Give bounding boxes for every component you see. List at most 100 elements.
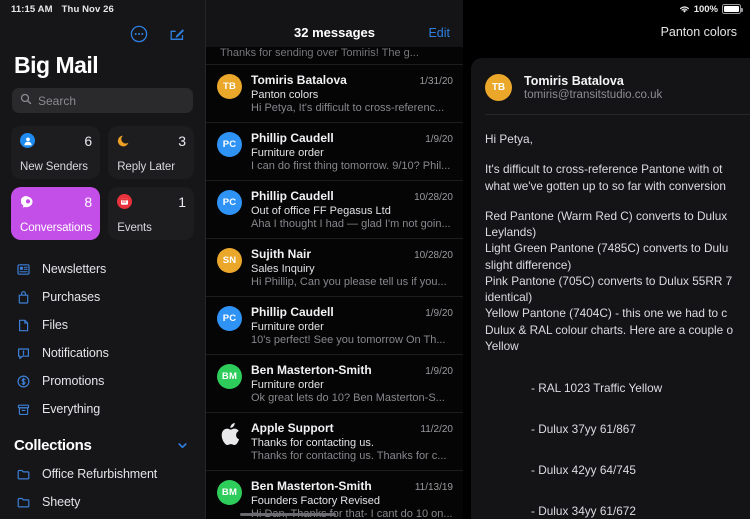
search-icon [20, 92, 32, 110]
message-row-top: Phillip Caudell 10/28/20 [251, 189, 453, 203]
sidebar-item-files[interactable]: Files [0, 311, 205, 339]
card-new-senders[interactable]: 6 New Senders [11, 126, 101, 179]
avatar: SN [217, 248, 242, 273]
message-row-body: Sujith Nair 10/28/20 Sales Inquiry Hi Phill… [251, 247, 453, 288]
ellipsis-circle-icon[interactable] [129, 24, 149, 44]
sidebar-item-label: Notifications [42, 346, 109, 360]
sidebar-item-everything[interactable]: Everything [0, 395, 205, 423]
message-row[interactable]: PC Phillip Caudell 10/28/20 Out of office F… [206, 180, 463, 238]
message-subject: Out of office FF Pegasus Ltd [251, 204, 391, 217]
folder-icon [15, 466, 31, 482]
chevron-down-icon[interactable] [176, 439, 189, 452]
compose-icon[interactable] [167, 24, 187, 44]
collection-item-label: Office Refurbishment [42, 467, 158, 481]
message-row[interactable]: TB Tomiris Batalova 1/31/20 Panton colors Hi… [206, 64, 463, 122]
message-row[interactable]: PC Phillip Caudell 1/9/20 Furniture order I … [206, 122, 463, 180]
card-top: 3 [117, 133, 186, 148]
collections-title: Collections [14, 437, 92, 454]
message-preview: Aha I thought I had — glad I'm not goin.… [251, 218, 451, 230]
body-line: Pink Pantone (705C) converts to Dulux 55… [485, 273, 733, 288]
search-input[interactable]: Search [12, 88, 193, 113]
message-rows: TB Tomiris Batalova 1/31/20 Panton colors Hi… [206, 64, 463, 519]
message-subject: Furniture order [251, 146, 324, 159]
message-row-body: Apple Support 11/2/20 Thanks for contactin… [251, 421, 453, 462]
newsletter-icon [15, 261, 31, 277]
message-subject: Thanks for contacting us. [251, 436, 374, 449]
message-row-top: Tomiris Batalova 1/31/20 [251, 73, 453, 87]
email-body-lines: Hi Petya, It's difficult to cross-referen… [485, 131, 750, 519]
message-subject: Furniture order [251, 320, 324, 333]
body-line: Dulux & RAL colour charts. Here are a co… [485, 322, 734, 337]
message-row[interactable]: BM Ben Masterton-Smith 11/13/19 Founders Fa… [206, 470, 463, 519]
bubble-icon [20, 194, 35, 209]
sender-name: Apple Support [251, 421, 334, 435]
avatar: PC [217, 190, 242, 215]
email-sender-row[interactable]: TB Tomiris Batalova tomiris@transitstudi… [471, 74, 750, 101]
card-conversations[interactable]: 8 Conversations [11, 187, 101, 240]
message-row[interactable]: SN Sujith Nair 10/28/20 Sales Inquiry Hi Phi… [206, 238, 463, 296]
sidebar-item-label: Purchases [42, 290, 101, 304]
sidebar-item-notifications[interactable]: Notifications [0, 339, 205, 367]
body-bullet: - Dulux 42yy 64/745 [531, 463, 636, 478]
card-top: 8 [20, 194, 92, 209]
avatar: PC [217, 132, 242, 157]
card-label: New Senders [20, 161, 88, 173]
message-row-body: Phillip Caudell 1/9/20 Furniture order I ca… [251, 131, 453, 172]
body-line: what we've gotten up to so far with conv… [485, 178, 726, 193]
message-date: 11/13/19 [414, 482, 453, 493]
collections-header[interactable]: Collections [0, 423, 205, 460]
bag-icon [15, 289, 31, 305]
avatar: TB [217, 74, 242, 99]
body-line: Yellow Pantone (7404C) - this one we had… [485, 306, 728, 321]
message-subject: Panton colors [251, 88, 319, 101]
message-row[interactable]: BM Ben Masterton-Smith 1/9/20 Furniture ord… [206, 354, 463, 412]
message-row-body: Tomiris Batalova 1/31/20 Panton colors Hi P… [251, 73, 453, 114]
sidebar-item-label: Everything [42, 402, 101, 416]
bell-chat-icon [15, 345, 31, 361]
body-line: Red Pantone (Warm Red C) converts to Dul… [485, 208, 728, 223]
message-row[interactable]: PC Phillip Caudell 1/9/20 Furniture order 10… [206, 296, 463, 354]
smart-cards-grid: 6 New Senders 3 Reply Later 8 Conversati… [0, 126, 205, 240]
body-line: identical) [485, 290, 533, 305]
sender-email: tomiris@transitstudio.co.uk [524, 89, 663, 101]
message-preview: Ok great lets do 10? Ben Masterton-S... [251, 392, 445, 404]
sidebar-item-label: Promotions [42, 374, 105, 388]
message-preview: 10's perfect! See you tomorrow On Th... [251, 334, 446, 346]
partial-row-preview: Thanks for sending over Tomiris! The g..… [220, 47, 419, 59]
message-row-top: Ben Masterton-Smith 11/13/19 [251, 479, 453, 493]
card-events[interactable]: 1 Events [108, 187, 194, 240]
message-date: 1/9/20 [425, 366, 453, 377]
message-preview: Hi Phillip, Can you please tell us if yo… [251, 276, 447, 288]
body-line: Yellow [485, 338, 519, 353]
message-date: 1/9/20 [425, 134, 453, 145]
avatar: TB [485, 74, 512, 101]
message-row-top: Phillip Caudell 1/9/20 [251, 131, 453, 145]
sidebar-nav-list: Newsletters Purchases Files Notification… [0, 240, 205, 423]
message-list-scroll[interactable]: Thanks for sending over Tomiris! The g..… [206, 47, 463, 519]
app-title: Big Mail [14, 52, 99, 78]
edit-button[interactable]: Edit [428, 26, 450, 40]
message-subject: Founders Factory Revised [251, 494, 380, 507]
collection-item-office-refurbishment[interactable]: Office Refurbishment [0, 460, 205, 488]
detail-title: Panton colors [660, 25, 737, 39]
card-reply-later[interactable]: 3 Reply Later [108, 126, 194, 179]
email-card: TB Tomiris Batalova tomiris@transitstudi… [471, 58, 750, 519]
ipad-mail-screen: 11:15 AM Thu Nov 26 100% Big Mail Search… [0, 0, 750, 519]
message-row[interactable]: Apple Support 11/2/20 Thanks for contactin… [206, 412, 463, 470]
card-label: Reply Later [117, 161, 175, 173]
sidebar-item-purchases[interactable]: Purchases [0, 283, 205, 311]
sender-name: Ben Masterton-Smith [251, 363, 372, 377]
body-line: It's difficult to cross-reference Panton… [485, 162, 723, 177]
sidebar-item-newsletters[interactable]: Newsletters [0, 255, 205, 283]
sidebar-item-promotions[interactable]: Promotions [0, 367, 205, 395]
card-count: 3 [178, 132, 186, 149]
email-body: Hi Petya, It's difficult to cross-referen… [471, 115, 750, 519]
detail-header: Panton colors [463, 0, 750, 47]
horizontal-scrollbar[interactable] [240, 513, 336, 516]
collection-item-sheety[interactable]: Sheety [0, 488, 205, 516]
